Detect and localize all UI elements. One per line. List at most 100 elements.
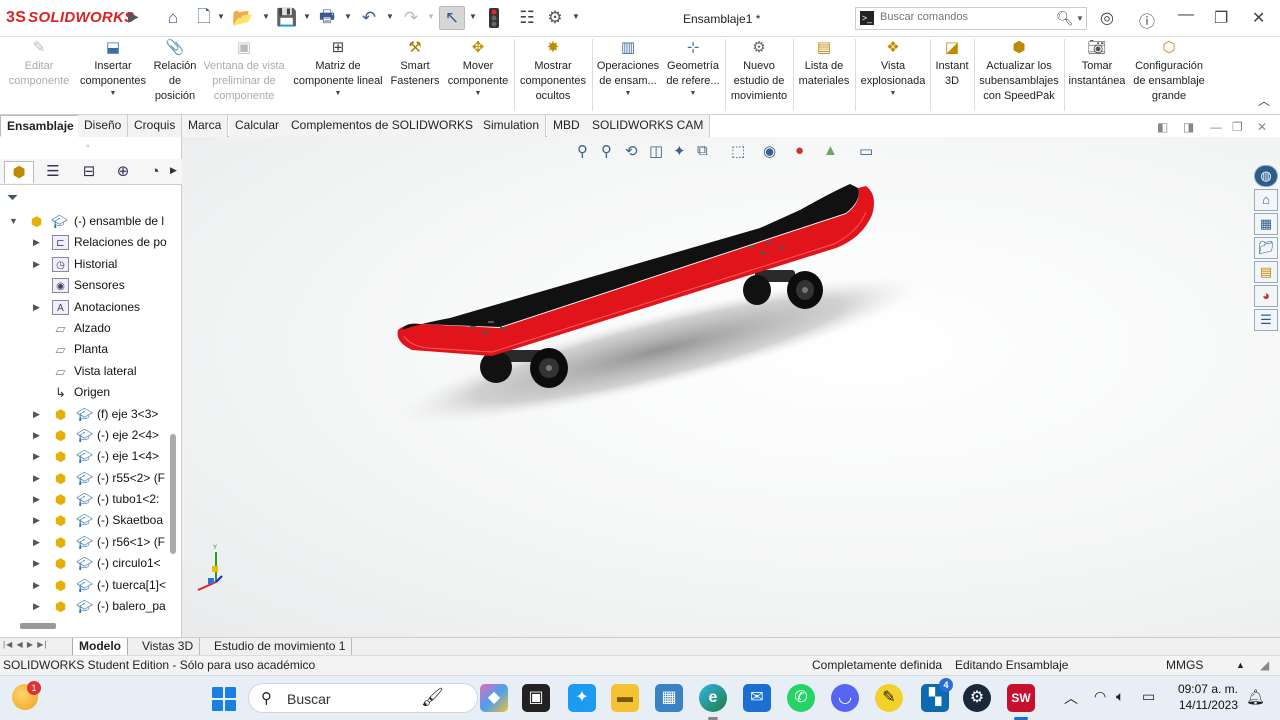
taskbar-search[interactable]: ⚲ Buscar 🖌︎	[248, 683, 478, 713]
tab-simulation[interactable]: Simulation	[477, 115, 547, 137]
search-dropdown-icon[interactable]: ▼	[1076, 14, 1084, 23]
file-explorer-pane-icon[interactable]: 📁︎	[1254, 237, 1278, 259]
weather-widget-icon[interactable]: 1	[12, 681, 41, 710]
redo-dropdown-icon[interactable]: ▼	[427, 12, 435, 21]
menu-expand-arrow-icon[interactable]: ▶	[128, 8, 139, 25]
select-pointer-icon[interactable]: ↖	[439, 6, 465, 30]
minimize-icon[interactable]: —	[1178, 6, 1194, 24]
tab-croquis[interactable]: Croquis	[128, 115, 183, 137]
panel-grip-icon[interactable]: ◦	[86, 141, 90, 152]
display-manager-tab-icon[interactable]: ◔	[142, 161, 168, 183]
tab-vistas-3d[interactable]: Vistas 3D	[136, 638, 201, 656]
tree-item-component[interactable]: ▶ ⬢ 🎓︎ (-) r55<2> (F	[0, 468, 168, 489]
tab-ensamblaje[interactable]: Ensamblaje	[0, 115, 81, 137]
filter-funnel-icon[interactable]: ⏷	[7, 189, 18, 206]
redo-icon[interactable]: ↷	[400, 6, 422, 30]
assembly-features-button[interactable]: ▥ Operaciones de ensam... ▼	[594, 39, 662, 98]
move-component-dropdown-icon[interactable]: ▼	[442, 89, 514, 98]
skateboard-model[interactable]	[182, 137, 1280, 637]
edge-icon[interactable]: e	[699, 684, 727, 720]
tabs-scroll-right-icon[interactable]: ▶	[170, 165, 177, 176]
save-icon[interactable]: 💾	[276, 6, 298, 30]
mail-icon[interactable]: ✉	[743, 684, 771, 712]
print-icon[interactable]: 🖶	[316, 6, 338, 30]
tree-horizontal-scrollbar[interactable]	[20, 623, 56, 629]
design-library-icon[interactable]: ⌂	[1254, 189, 1278, 211]
undo-dropdown-icon[interactable]: ▼	[386, 12, 394, 21]
move-component-button[interactable]: ✥ Mover componente ▼	[442, 39, 514, 98]
search-icon[interactable]: 🔍︎	[1056, 10, 1074, 27]
file-properties-icon[interactable]: ☷	[516, 6, 538, 30]
expand-arrow-icon[interactable]: ▶	[33, 596, 40, 617]
expand-arrow-icon[interactable]: ▶	[33, 425, 40, 446]
open-dropdown-icon[interactable]: ▼	[262, 12, 270, 21]
photos-icon[interactable]: ▦	[655, 684, 683, 712]
component-preview-button[interactable]: ▣ Ventana de vista preliminar de compone…	[202, 39, 286, 104]
expand-arrow-icon[interactable]: ▶	[33, 232, 40, 253]
tree-item-component[interactable]: ▶ ⬢ 🎓︎ (-) r56<1> (F	[0, 532, 168, 553]
tab-marca[interactable]: Marca	[182, 115, 229, 137]
tree-item-history[interactable]: ▶ ◷ Historial	[0, 254, 168, 275]
windows-start-icon[interactable]	[212, 687, 236, 711]
view-palette-icon[interactable]: ▤	[1254, 261, 1278, 283]
volume-icon[interactable]: 🔈︎	[1116, 688, 1124, 705]
task-view-icon[interactable]: ▣	[522, 684, 550, 712]
tree-item-component[interactable]: ▶ ⬢ 🎓︎ (-) tubo1<2:	[0, 489, 168, 510]
user-icon[interactable]: ◎	[1100, 8, 1114, 28]
units-dropdown-icon[interactable]: ▲	[1236, 656, 1245, 675]
reference-geometry-dropdown-icon[interactable]: ▼	[662, 89, 724, 98]
file-explorer-icon[interactable]: ▬	[611, 684, 639, 712]
units-selector[interactable]: MMGS	[1166, 656, 1203, 675]
insert-components-dropdown-icon[interactable]: ▼	[76, 89, 150, 98]
bill-of-materials-button[interactable]: ▤ Lista de materiales	[795, 39, 853, 89]
linear-pattern-dropdown-icon[interactable]: ▼	[288, 89, 388, 98]
doc-restore-icon[interactable]: ❐	[1232, 120, 1243, 134]
tree-item-plane-front[interactable]: ▱ Alzado	[0, 318, 168, 339]
tab-navigation-arrows-icon[interactable]: |◀ ◀ ▶ ▶|	[3, 640, 47, 649]
solidworks-icon[interactable]: SW	[1007, 684, 1035, 720]
tree-item-plane-top[interactable]: ▱ Planta	[0, 339, 168, 360]
appearances-icon[interactable]: ◕	[1254, 285, 1278, 307]
tab-estudio-movimiento[interactable]: Estudio de movimiento 1	[208, 638, 353, 656]
reference-geometry-button[interactable]: ⊹ Geometría de refere... ▼	[662, 39, 724, 98]
tree-item-component[interactable]: ▶ ⬢ 🎓︎ (f) eje 3<3>	[0, 404, 168, 425]
twitter-icon[interactable]: ✦	[568, 684, 596, 712]
tree-item-sensors[interactable]: ◉ Sensores	[0, 275, 168, 296]
new-motion-study-button[interactable]: ⚙ Nuevo estudio de movimiento	[727, 39, 791, 104]
tree-item-origin[interactable]: ↳ Origen	[0, 382, 168, 403]
smart-fasteners-button[interactable]: ⚒ Smart Fasteners	[390, 39, 440, 89]
expand-arrow-icon[interactable]: ▶	[33, 297, 40, 318]
expand-arrow-icon[interactable]: ▶	[33, 489, 40, 510]
exploded-view-button[interactable]: ❖ Vista explosionada ▼	[857, 39, 929, 98]
dimxpert-tab-icon[interactable]: ⊕	[108, 161, 138, 183]
traffic-light-icon[interactable]	[484, 6, 504, 30]
options-gear-icon[interactable]: ⚙	[544, 6, 566, 30]
large-assembly-button[interactable]: ⬡ Configuración de ensamblaje grande	[1128, 39, 1210, 104]
custom-properties-icon[interactable]: ☰	[1254, 309, 1278, 331]
tree-item-component[interactable]: ▶ ⬢ 🎓︎ (-) balero_pa	[0, 596, 168, 617]
speedpak-button[interactable]: ⬢ Actualizar los subensamblajes con Spee…	[976, 39, 1062, 104]
tree-item-plane-right[interactable]: ▱ Vista lateral	[0, 361, 168, 382]
new-document-icon[interactable]: 🗋	[194, 6, 214, 30]
expand-arrow-icon[interactable]: ▶	[33, 404, 40, 425]
new-dropdown-icon[interactable]: ▼	[217, 12, 225, 21]
tab-complementos[interactable]: Complementos de SOLIDWORKS	[285, 115, 481, 137]
options-dropdown-icon[interactable]: ▼	[572, 12, 580, 21]
battery-icon[interactable]: ▭	[1142, 688, 1155, 705]
expand-arrow-icon[interactable]: ▶	[33, 532, 40, 553]
expand-arrow-icon[interactable]: ▶	[33, 575, 40, 596]
copilot-icon[interactable]: ◆	[480, 684, 508, 712]
expand-arrow-icon[interactable]: ▶	[33, 553, 40, 574]
tree-item-component[interactable]: ▶ ⬢ 🎓︎ (-) tuerca[1]<	[0, 575, 168, 596]
store-icon[interactable]: ▚ 4	[921, 678, 953, 712]
exploded-view-dropdown-icon[interactable]: ▼	[857, 89, 929, 98]
collapse-arrow-icon[interactable]: ▼	[9, 211, 18, 232]
graphics-area[interactable]: ⚲ ⚲ ⟲ ◫ ✦ ⧉ ⬚ ◉ ● ▲ ▭ ◍ ⌂ ▦ 📁︎ ▤ ◕ ☰ Y	[182, 137, 1280, 637]
edit-component-button[interactable]: ✎ Editar componente	[4, 39, 74, 89]
tab-modelo[interactable]: Modelo	[72, 638, 128, 656]
select-dropdown-icon[interactable]: ▼	[469, 12, 477, 21]
tile-right-icon[interactable]: ◨	[1183, 120, 1194, 134]
tree-item-component[interactable]: ▶ ⬢ 🎓︎ (-) eje 1<4>	[0, 446, 168, 467]
expand-arrow-icon[interactable]: ▶	[33, 510, 40, 531]
tile-left-icon[interactable]: ◧	[1157, 120, 1168, 134]
